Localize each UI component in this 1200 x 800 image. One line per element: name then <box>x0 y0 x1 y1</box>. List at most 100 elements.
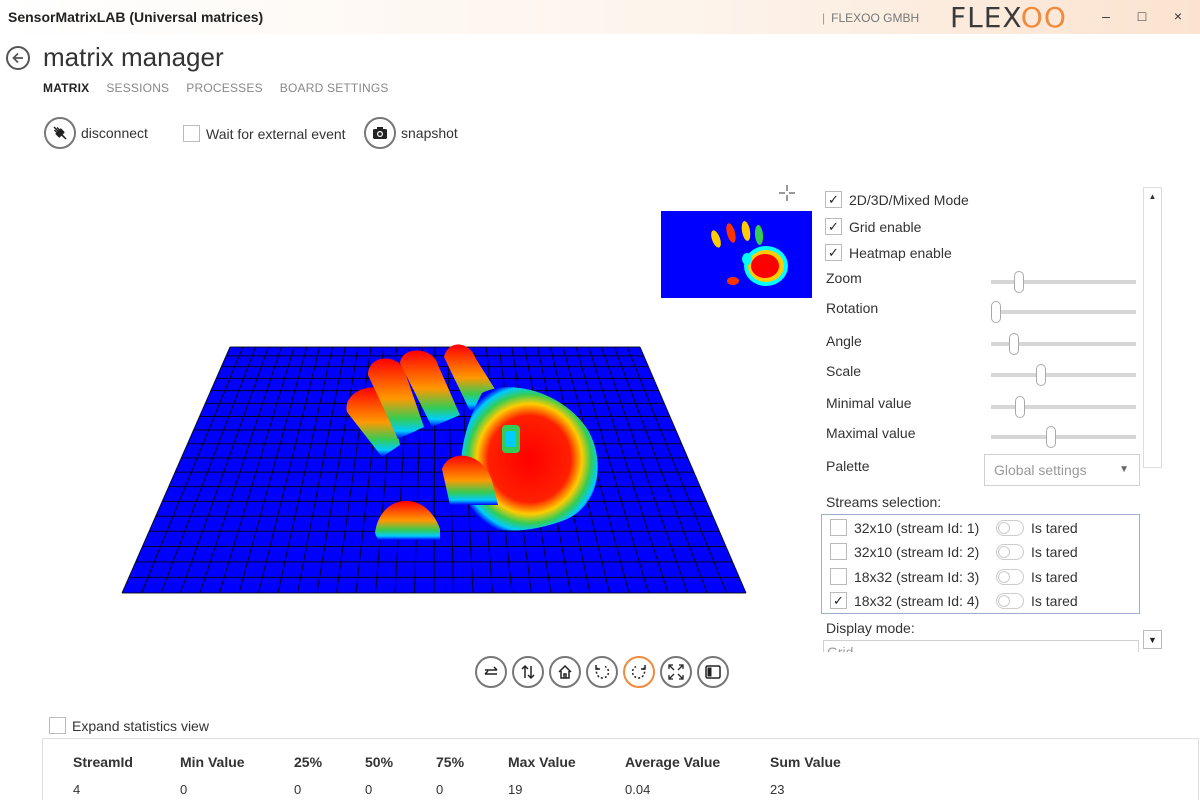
back-button[interactable] <box>6 46 30 70</box>
minimize-button[interactable]: – <box>1092 4 1120 28</box>
stream-2-checkbox[interactable] <box>830 543 847 560</box>
col-50: 50% <box>365 754 394 770</box>
tab-sessions[interactable]: SESSIONS <box>106 81 169 95</box>
minimal-value-slider-thumb[interactable] <box>1015 396 1026 418</box>
wait-external-event-checkbox[interactable]: Wait for external event <box>183 125 346 142</box>
scroll-up-icon[interactable]: ▲ <box>1144 188 1161 206</box>
col-75: 75% <box>436 754 465 770</box>
col-sum-value: Sum Value <box>770 754 841 770</box>
cell-75: 0 <box>436 782 444 797</box>
tab-board-settings[interactable]: BOARD SETTINGS <box>280 81 389 95</box>
rotation-slider[interactable] <box>991 301 1136 323</box>
stream-3-tared-toggle[interactable] <box>996 568 1024 585</box>
disconnect-button[interactable]: disconnect <box>44 117 148 149</box>
stream-3-checkbox[interactable] <box>830 568 847 585</box>
heatmap-3d-surface[interactable] <box>110 335 750 597</box>
expand-statistics-checkbox[interactable] <box>49 717 66 734</box>
maximize-button[interactable]: □ <box>1128 4 1156 28</box>
grid-option[interactable]: ✓ Grid enable <box>825 218 921 235</box>
scale-label: Scale <box>826 363 862 379</box>
stream-1-label: 32x10 (stream Id: 1) <box>854 519 980 536</box>
maximal-value-slider[interactable] <box>991 426 1136 448</box>
angle-slider-thumb[interactable] <box>1008 333 1019 355</box>
heatmap-option[interactable]: ✓ Heatmap enable <box>825 244 952 261</box>
stream-1-tared-toggle[interactable] <box>996 519 1024 536</box>
cell-average-value: 0.04 <box>625 782 651 797</box>
statistics-table: StreamId Min Value 25% 50% 75% Max Value… <box>42 738 1199 800</box>
close-button[interactable]: × <box>1164 4 1192 28</box>
cell-min-value: 0 <box>180 782 188 797</box>
zoom-slider[interactable] <box>991 271 1136 293</box>
page-title: matrix manager <box>43 42 224 72</box>
angle-slider[interactable] <box>991 333 1136 355</box>
tab-processes[interactable]: PROCESSES <box>186 81 263 95</box>
mode-option[interactable]: ✓ 2D/3D/Mixed Mode <box>825 191 969 208</box>
stream-2-label: 32x10 (stream Id: 2) <box>854 543 980 560</box>
heatmap-checkbox[interactable]: ✓ <box>825 244 842 261</box>
snapshot-button[interactable]: snapshot <box>364 117 458 149</box>
stream-4-label: 18x32 (stream Id: 4) <box>854 592 980 609</box>
stream-1-checkbox[interactable] <box>830 519 847 536</box>
expand-statistics-label: Expand statistics view <box>72 717 209 734</box>
settings-scrollbar[interactable]: ▲ <box>1143 187 1162 468</box>
wait-external-event-label: Wait for external event <box>206 125 346 142</box>
grid-label: Grid enable <box>849 218 922 235</box>
scale-slider[interactable] <box>991 364 1136 386</box>
zoom-label: Zoom <box>826 270 862 286</box>
company-name: FLEXOO GMBH <box>822 11 919 25</box>
angle-label: Angle <box>826 333 862 349</box>
col-min-value: Min Value <box>180 754 245 770</box>
stream-row-2: 32x10 (stream Id: 2) Is tared <box>830 543 1078 560</box>
zoom-slider-thumb[interactable] <box>1013 271 1024 293</box>
scale-slider-thumb[interactable] <box>1035 364 1046 386</box>
expand-statistics-option[interactable]: Expand statistics view <box>49 717 209 734</box>
col-max-value: Max Value <box>508 754 576 770</box>
mode-checkbox[interactable]: ✓ <box>825 191 842 208</box>
rotate-right-icon <box>631 665 646 679</box>
table-row: 4 0 0 0 0 19 0.04 23 <box>73 773 890 797</box>
rotation-slider-thumb[interactable] <box>991 301 1001 323</box>
heatmap-minimap <box>661 211 812 298</box>
swap-horizontal-button[interactable] <box>475 656 507 688</box>
display-mode-select[interactable]: Grid <box>823 640 1139 652</box>
stream-4-checkbox[interactable]: ✓ <box>830 592 847 609</box>
title-bar: SensorMatrixLAB (Universal matrices) FLE… <box>0 0 1200 34</box>
minimal-value-label: Minimal value <box>826 395 912 411</box>
flexoo-logo: FLEXOO <box>950 1 1067 34</box>
wait-external-event-check[interactable] <box>183 125 200 142</box>
fit-view-button[interactable] <box>660 656 692 688</box>
arrow-left-icon <box>12 52 23 64</box>
home-view-button[interactable] <box>549 656 581 688</box>
grid-checkbox[interactable]: ✓ <box>825 218 842 235</box>
display-mode-dropdown-icon[interactable]: ▼ <box>1143 630 1162 649</box>
tab-matrix[interactable]: MATRIX <box>43 81 89 95</box>
stream-2-tared-toggle[interactable] <box>996 543 1024 560</box>
palette-value: Global settings <box>994 462 1087 478</box>
stream-4-tared-toggle[interactable] <box>996 592 1024 609</box>
rotate-left-button[interactable] <box>586 656 618 688</box>
home-icon <box>558 664 572 679</box>
swap-vertical-button[interactable] <box>512 656 544 688</box>
stream-4-tared-label: Is tared <box>1031 592 1078 609</box>
display-mode-label: Display mode: <box>826 620 915 636</box>
minimal-value-slider[interactable] <box>991 396 1136 418</box>
toggle-panel-button[interactable] <box>697 656 729 688</box>
col-average-value: Average Value <box>625 754 721 770</box>
rotation-label: Rotation <box>826 300 879 316</box>
crosshair-cursor-icon <box>779 185 795 201</box>
rotate-right-button[interactable] <box>623 656 655 688</box>
stream-3-label: 18x32 (stream Id: 3) <box>854 568 980 585</box>
stream-row-1: 32x10 (stream Id: 1) Is tared <box>830 519 1078 536</box>
rotate-left-icon <box>595 665 610 679</box>
maximal-value-slider-thumb[interactable] <box>1046 426 1057 448</box>
window-title: SensorMatrixLAB (Universal matrices) <box>8 9 264 25</box>
cell-streamid: 4 <box>73 782 81 797</box>
palette-select[interactable]: Global settings ▼ <box>984 454 1140 486</box>
heatmap-label: Heatmap enable <box>849 244 952 261</box>
palette-label: Palette <box>826 458 870 474</box>
streams-list: 32x10 (stream Id: 1) Is tared 32x10 (str… <box>821 514 1140 614</box>
swap-horizontal-icon <box>484 666 498 675</box>
mode-label: 2D/3D/Mixed Mode <box>849 191 969 208</box>
col-streamid: StreamId <box>73 754 133 770</box>
streams-selection-label: Streams selection: <box>826 494 942 510</box>
